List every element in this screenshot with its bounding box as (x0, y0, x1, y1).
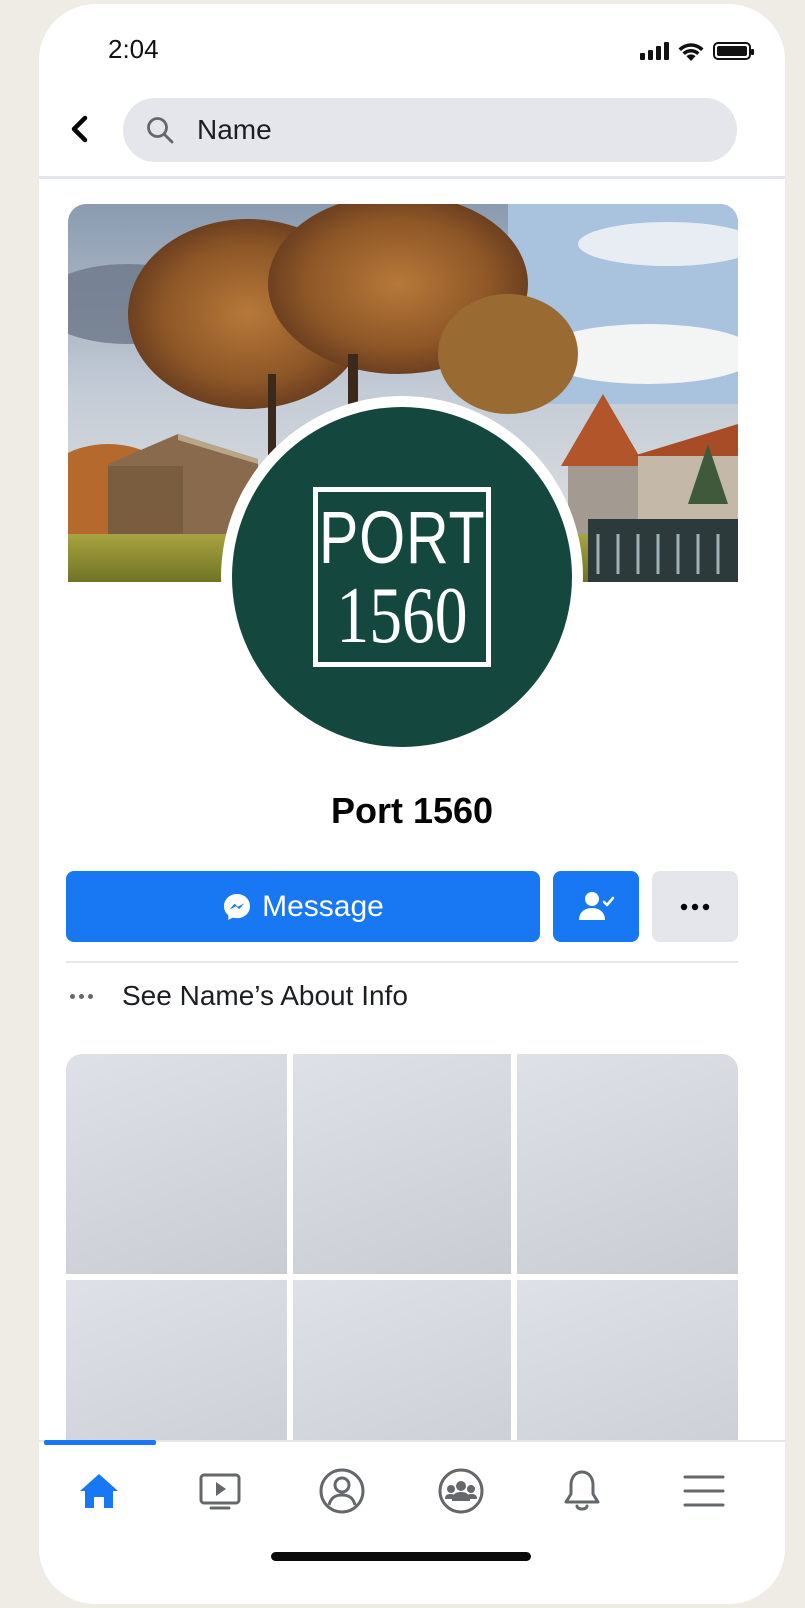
photo-placeholder[interactable] (517, 1280, 738, 1454)
active-tab-indicator (44, 1440, 156, 1445)
search-input-text: Name (197, 114, 272, 145)
nav-home[interactable] (64, 1456, 134, 1526)
avatar-logo-circle: PORT 1560 (232, 407, 572, 747)
search-icon (147, 117, 174, 144)
search-input[interactable]: Name (123, 98, 737, 162)
friend-check-icon (579, 891, 615, 920)
nav-groups[interactable] (426, 1456, 496, 1526)
photo-placeholder[interactable] (66, 1054, 287, 1274)
bottom-nav (39, 1440, 785, 1604)
status-icons (640, 40, 754, 62)
photo-placeholder[interactable] (293, 1280, 511, 1454)
cellular-signal-icon (640, 42, 669, 60)
logo-line-2: 1560 (336, 572, 468, 660)
friends-button[interactable] (553, 871, 639, 942)
nav-notifications[interactable] (547, 1456, 617, 1526)
about-info-text: See Name’s About Info (122, 980, 408, 1011)
status-time: 2:04 (108, 34, 159, 64)
battery-icon (713, 42, 754, 60)
wifi-icon (678, 43, 704, 61)
video-icon (199, 1473, 241, 1510)
photo-placeholder[interactable] (293, 1054, 511, 1274)
profile-icon (319, 1468, 365, 1514)
more-options-button[interactable] (652, 871, 738, 942)
profile-name: Port 1560 (330, 790, 494, 831)
chevron-left-icon[interactable] (63, 112, 97, 146)
home-indicator[interactable] (271, 1552, 531, 1561)
menu-icon (683, 1475, 725, 1507)
ellipsis-icon (680, 903, 710, 910)
photo-placeholder[interactable] (517, 1054, 738, 1274)
home-icon (80, 1474, 118, 1508)
photo-placeholder[interactable] (66, 1280, 287, 1454)
logo-line-1: PORT (318, 496, 486, 579)
port-1560-logo: PORT 1560 (313, 487, 491, 667)
phone-screen: 2:04 Name PORT 1560 Port 1560 Message Se… (39, 4, 785, 1604)
about-info-link[interactable]: See Name’s About Info (66, 974, 408, 1018)
photo-grid (66, 1054, 738, 1454)
messenger-icon (224, 893, 251, 920)
nav-watch[interactable] (185, 1456, 255, 1526)
message-button[interactable]: Message (66, 871, 540, 942)
groups-icon (438, 1468, 484, 1514)
message-button-label: Message (262, 889, 384, 923)
bell-icon (564, 1470, 600, 1511)
nav-menu[interactable] (669, 1456, 739, 1526)
ellipsis-icon (70, 993, 102, 999)
profile-avatar[interactable]: PORT 1560 (221, 396, 583, 758)
section-divider (66, 961, 738, 963)
nav-profile[interactable] (307, 1456, 377, 1526)
header-divider (39, 176, 785, 179)
